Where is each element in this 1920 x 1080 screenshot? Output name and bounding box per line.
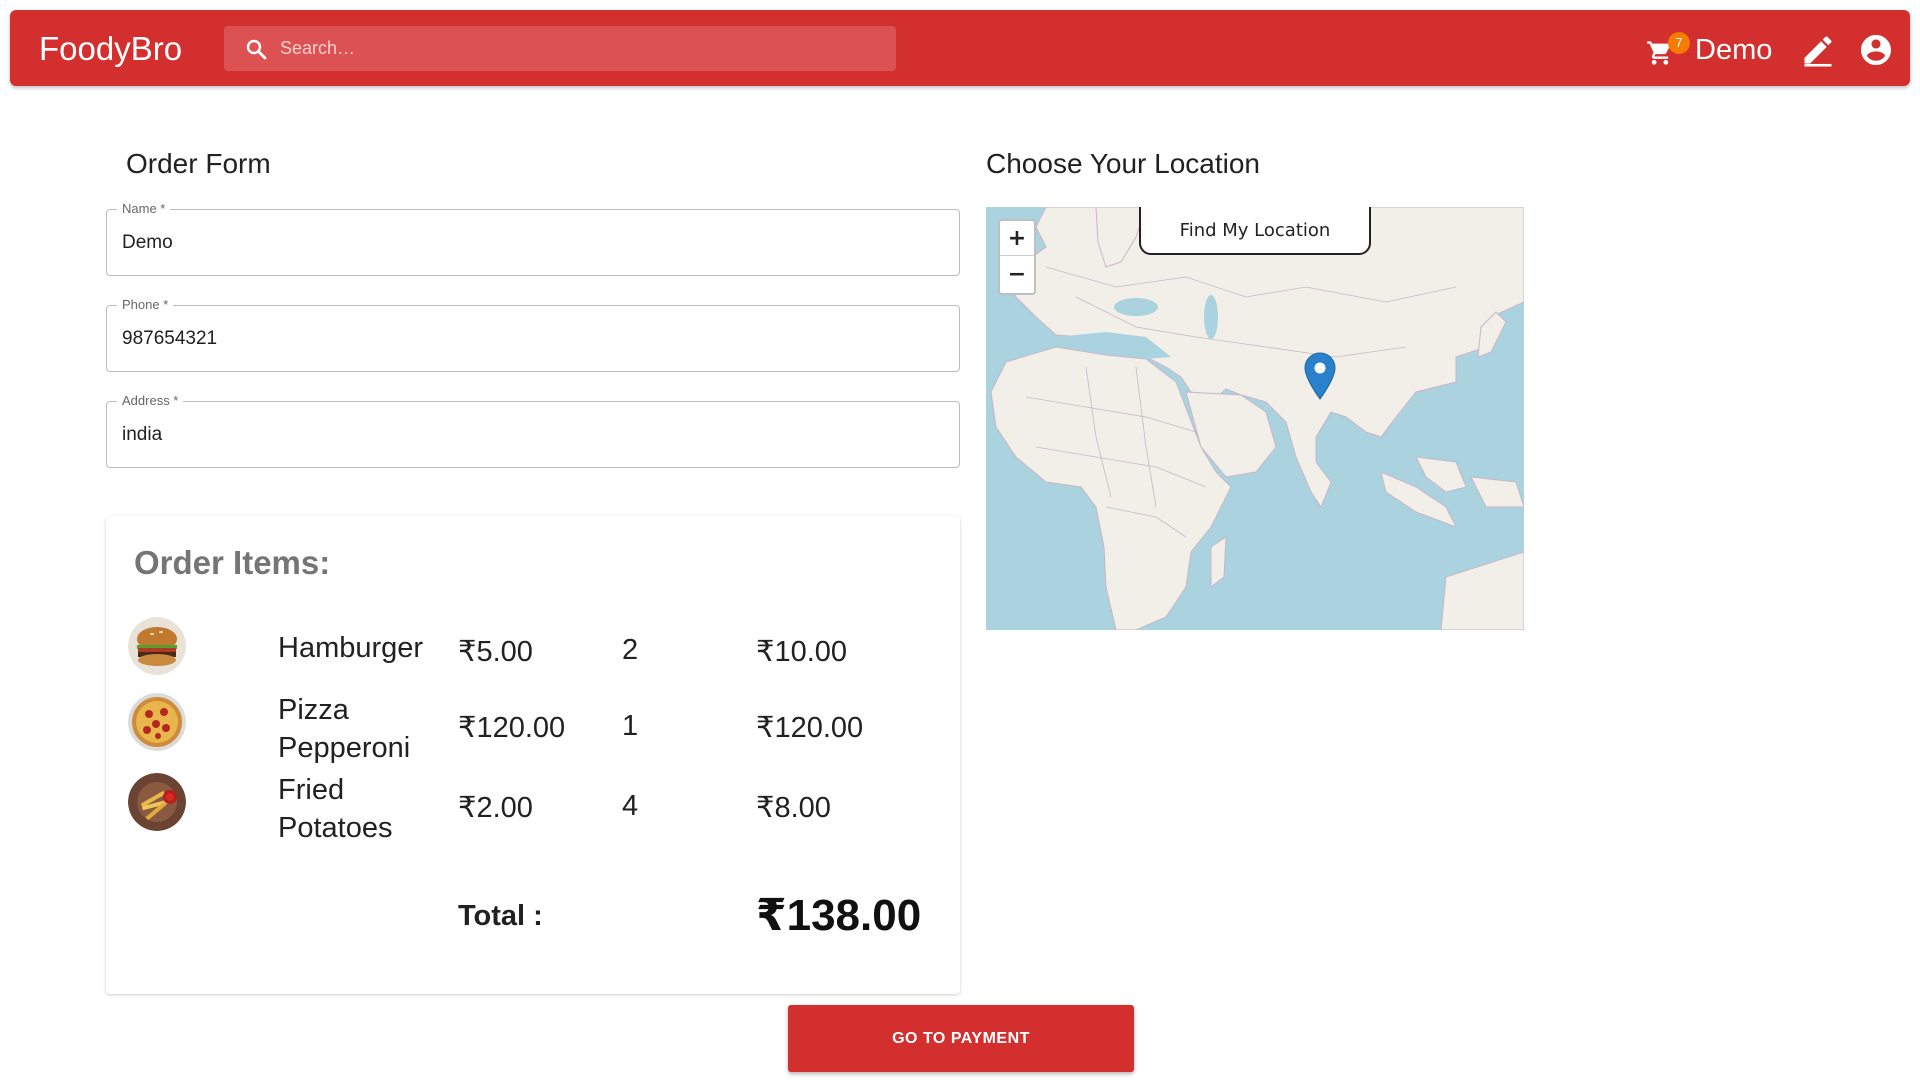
- item-total: ₹120.00: [756, 712, 864, 744]
- phone-field-label: Phone *: [117, 297, 174, 312]
- order-items-card: Order Items: Hamburger ₹5.00 2 ₹10.00 Pi…: [106, 516, 960, 994]
- user-name[interactable]: Demo: [1695, 34, 1772, 67]
- zoom-control: + −: [998, 219, 1036, 295]
- account-icon[interactable]: [1858, 32, 1894, 68]
- name-input[interactable]: [122, 228, 942, 258]
- item-name: Fried Potatoes: [278, 774, 393, 844]
- total-value: ₹138.00: [756, 891, 922, 940]
- item-name: Pizza Pepperoni: [278, 694, 411, 764]
- brand-logo[interactable]: FoodyBro: [39, 30, 182, 68]
- cart-button[interactable]: 7: [1640, 30, 1690, 70]
- address-field-label: Address *: [117, 393, 184, 408]
- name-field-label: Name *: [117, 201, 171, 216]
- item-total: ₹8.00: [756, 792, 831, 824]
- go-to-payment-button[interactable]: GO TO PAYMENT: [788, 1005, 1134, 1072]
- phone-input[interactable]: [122, 324, 942, 354]
- search-box[interactable]: [224, 26, 896, 71]
- search-icon: [246, 39, 267, 60]
- fries-image: [128, 773, 186, 831]
- search-input[interactable]: [280, 26, 880, 71]
- zoom-in-button[interactable]: +: [1000, 221, 1034, 256]
- app-bar: FoodyBro 7 Demo: [10, 10, 1910, 86]
- order-item-row: Hamburger ₹5.00 2 ₹10.00: [106, 617, 960, 687]
- item-quantity: 1: [622, 710, 639, 742]
- location-map[interactable]: + − Find My Location: [986, 207, 1524, 630]
- edit-icon[interactable]: [1800, 32, 1836, 68]
- cart-count-badge: 7: [1668, 32, 1690, 54]
- order-form-title: Order Form: [126, 148, 271, 179]
- map-marker-icon[interactable]: [1304, 352, 1336, 400]
- item-price: ₹120.00: [458, 712, 566, 744]
- address-field[interactable]: Address *: [106, 393, 960, 468]
- order-item-row: Fried Potatoes ₹2.00 4 ₹8.00: [106, 773, 960, 844]
- hamburger-image: [128, 617, 186, 675]
- item-price: ₹2.00: [458, 792, 533, 824]
- item-price: ₹5.00: [458, 636, 533, 668]
- phone-field[interactable]: Phone *: [106, 297, 960, 372]
- item-quantity: 4: [622, 790, 639, 822]
- zoom-out-button[interactable]: −: [1000, 257, 1034, 292]
- order-items-title: Order Items:: [134, 544, 331, 581]
- item-quantity: 2: [622, 634, 639, 666]
- name-field[interactable]: Name *: [106, 201, 960, 276]
- location-title: Choose Your Location: [986, 148, 1260, 179]
- order-item-row: Pizza Pepperoni ₹120.00 1 ₹120.00: [106, 693, 960, 764]
- total-label: Total :: [458, 900, 543, 932]
- item-total: ₹10.00: [756, 636, 848, 668]
- world-map[interactable]: [986, 207, 1524, 630]
- address-input[interactable]: [122, 420, 942, 450]
- find-my-location-button[interactable]: Find My Location: [1139, 207, 1371, 255]
- pizza-image: [128, 693, 186, 751]
- item-name: Hamburger: [278, 632, 424, 664]
